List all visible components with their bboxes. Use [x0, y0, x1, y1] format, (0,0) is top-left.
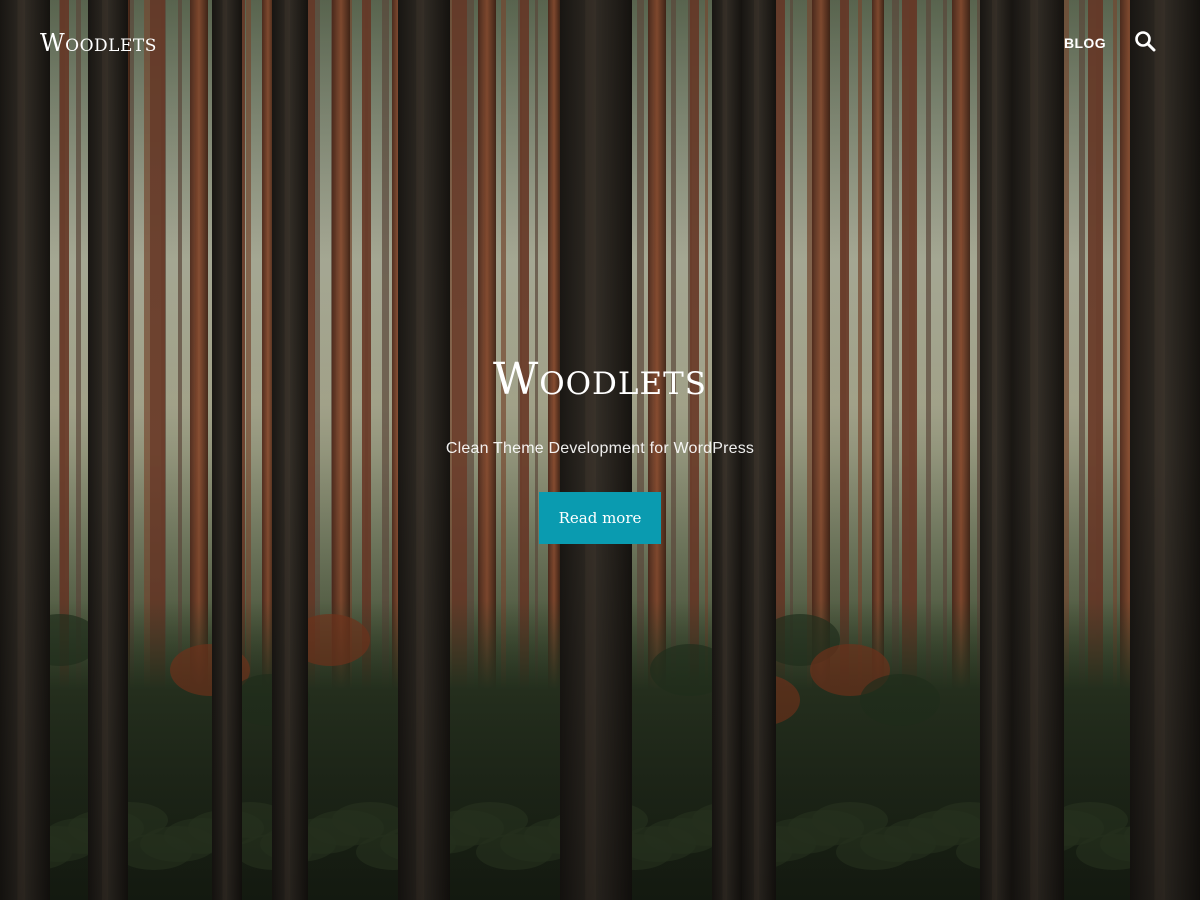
site-header: Woodlets BLOG — [0, 0, 1200, 86]
read-more-button[interactable]: Read more — [539, 492, 661, 544]
hero: Woodlets Clean Theme Development for Wor… — [0, 350, 1200, 544]
main-navigation: BLOG — [1064, 34, 1106, 52]
page: Woodlets BLOG Woodlets Clean Theme Devel… — [0, 0, 1200, 900]
site-title-link[interactable]: Woodlets — [40, 28, 157, 58]
hero-title: Woodlets — [492, 354, 708, 405]
nav-link-blog[interactable]: BLOG — [1064, 34, 1106, 52]
hero-tagline: Clean Theme Development for WordPress — [445, 440, 755, 457]
search-icon — [1134, 30, 1156, 57]
search-button[interactable] — [1130, 28, 1160, 58]
